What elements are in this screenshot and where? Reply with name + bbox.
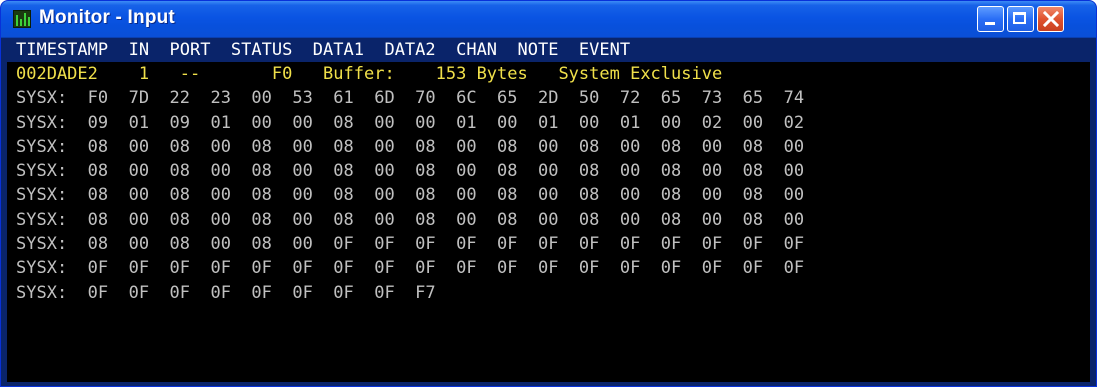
monitor-window: Monitor - Input TIMESTAMP IN PORT STATUS…	[0, 0, 1097, 387]
sysex-data-row: SYSX: F0 7D 22 23 00 53 61 6D 70 6C 65 2…	[16, 88, 805, 109]
event-row: 002DADE2 1 -- F0 Buffer: 153 Bytes Syste…	[16, 64, 723, 84]
sysex-data-row: SYSX: 08 00 08 00 08 00 08 00 08 00 08 0…	[16, 185, 805, 206]
midi-monitor-app-icon	[13, 10, 31, 28]
window-title: Monitor - Input	[39, 7, 175, 28]
minimize-button[interactable]	[977, 6, 1004, 32]
column-header-row: TIMESTAMP IN PORT STATUS DATA1 DATA2 CHA…	[7, 38, 1090, 62]
sysex-data-row: SYSX: 08 00 08 00 08 00 0F 0F 0F 0F 0F 0…	[16, 234, 805, 255]
sysex-data-row: SYSX: 0F 0F 0F 0F 0F 0F 0F 0F 0F 0F 0F 0…	[16, 258, 805, 279]
sysex-data-row: SYSX: 09 01 09 01 00 00 08 00 00 01 00 0…	[16, 112, 805, 133]
monitor-output-area[interactable]: TIMESTAMP IN PORT STATUS DATA1 DATA2 CHA…	[7, 38, 1090, 382]
sysex-data-row: SYSX: 08 00 08 00 08 00 08 00 08 00 08 0…	[16, 209, 805, 230]
maximize-button[interactable]	[1007, 6, 1034, 32]
close-icon	[1043, 11, 1059, 27]
close-button[interactable]	[1037, 6, 1064, 32]
title-bar[interactable]: Monitor - Input	[1, 1, 1096, 38]
sysex-data-row: SYSX: 08 00 08 00 08 00 08 00 08 00 08 0…	[16, 136, 805, 157]
sysex-data-row: SYSX: 08 00 08 00 08 00 08 00 08 00 08 0…	[16, 161, 805, 182]
sysex-data-row: SYSX: 0F 0F 0F 0F 0F 0F 0F 0F F7	[16, 282, 436, 303]
